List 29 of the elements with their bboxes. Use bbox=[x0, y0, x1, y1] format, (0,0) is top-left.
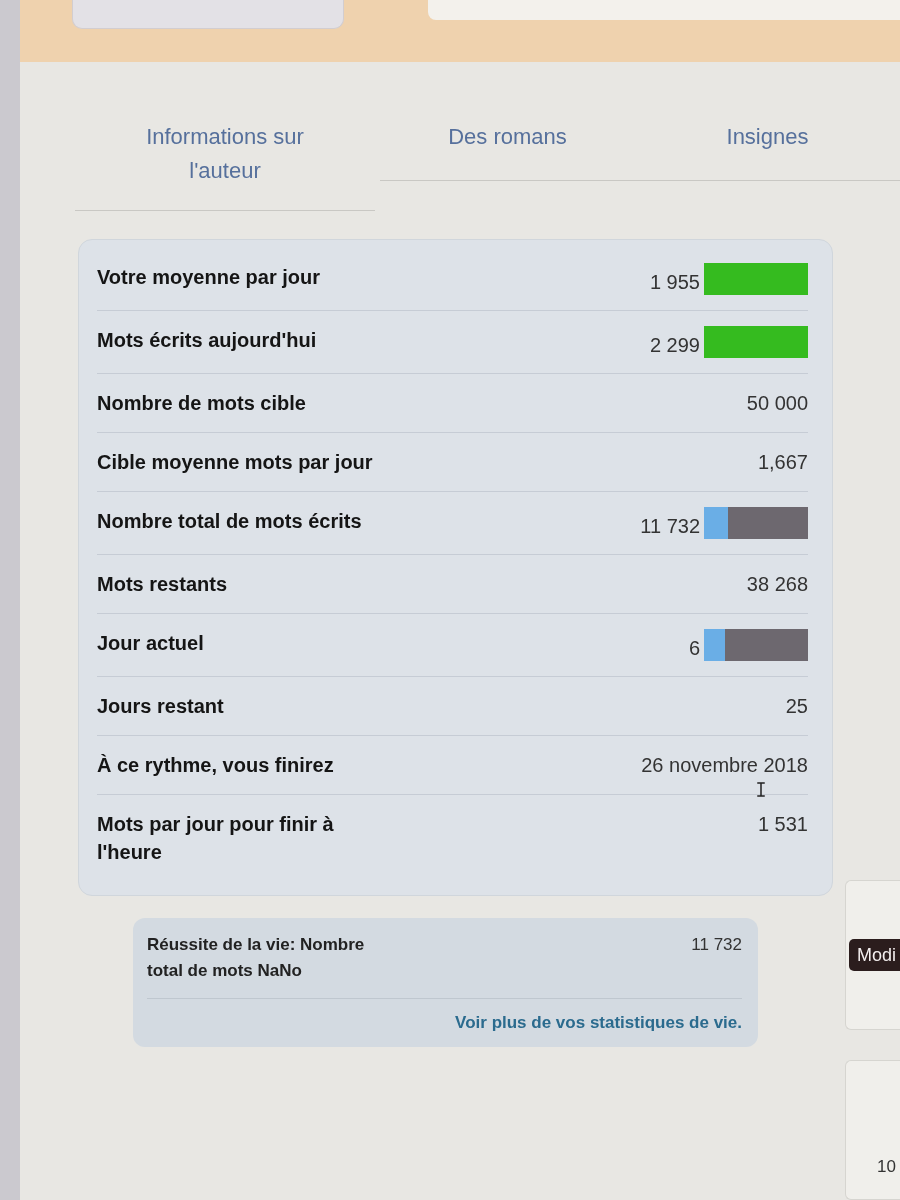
stat-label: Cible moyenne mots par jour bbox=[97, 450, 373, 475]
lifetime-value: 11 732 bbox=[691, 934, 742, 956]
stat-value: 1 531 bbox=[757, 812, 808, 837]
text-cursor-icon bbox=[756, 782, 766, 797]
tab[interactable]: Informations sur l'auteur bbox=[75, 120, 375, 211]
tab[interactable]: Insignes bbox=[635, 120, 900, 181]
stat-value: 6 bbox=[688, 636, 700, 661]
stat-label: Mots par jour pour finir à l'heure bbox=[97, 812, 335, 865]
stats-link[interactable]: Voir plus de vos statistiques de vie. bbox=[455, 1011, 742, 1035]
stat-value: 1,667 bbox=[757, 450, 808, 475]
tab[interactable]: Des romans bbox=[380, 120, 635, 181]
stat-label: Votre moyenne par jour bbox=[97, 265, 320, 290]
stat-value: 2 299 bbox=[649, 333, 700, 358]
stat-label: Mots écrits aujourd'hui bbox=[97, 328, 317, 353]
stat-label: Nombre total de mots écrits bbox=[97, 509, 362, 534]
stat-label: Nombre de mots cible bbox=[97, 391, 306, 416]
stat-label: Jour actuel bbox=[97, 631, 204, 656]
stat-value: 26 novembre 2018 bbox=[641, 753, 808, 778]
stat-label: Jours restant bbox=[97, 694, 224, 719]
stat-label: À ce rythme, vous finirez bbox=[97, 753, 334, 778]
stat-value: 1 955 bbox=[649, 270, 700, 295]
stat-value: 25 bbox=[785, 694, 808, 719]
stat-value: 11 732 bbox=[640, 514, 700, 539]
lifetime-label: Réussite de la vie: Nombre total de mots NaNo bbox=[147, 934, 366, 982]
side-number: 10 bbox=[877, 1157, 896, 1177]
stat-label: Mots restants bbox=[97, 572, 228, 597]
stat-value: 50 000 bbox=[746, 391, 808, 416]
stat-value: 38 268 bbox=[746, 572, 808, 597]
modify-button[interactable]: Modi bbox=[849, 939, 900, 971]
